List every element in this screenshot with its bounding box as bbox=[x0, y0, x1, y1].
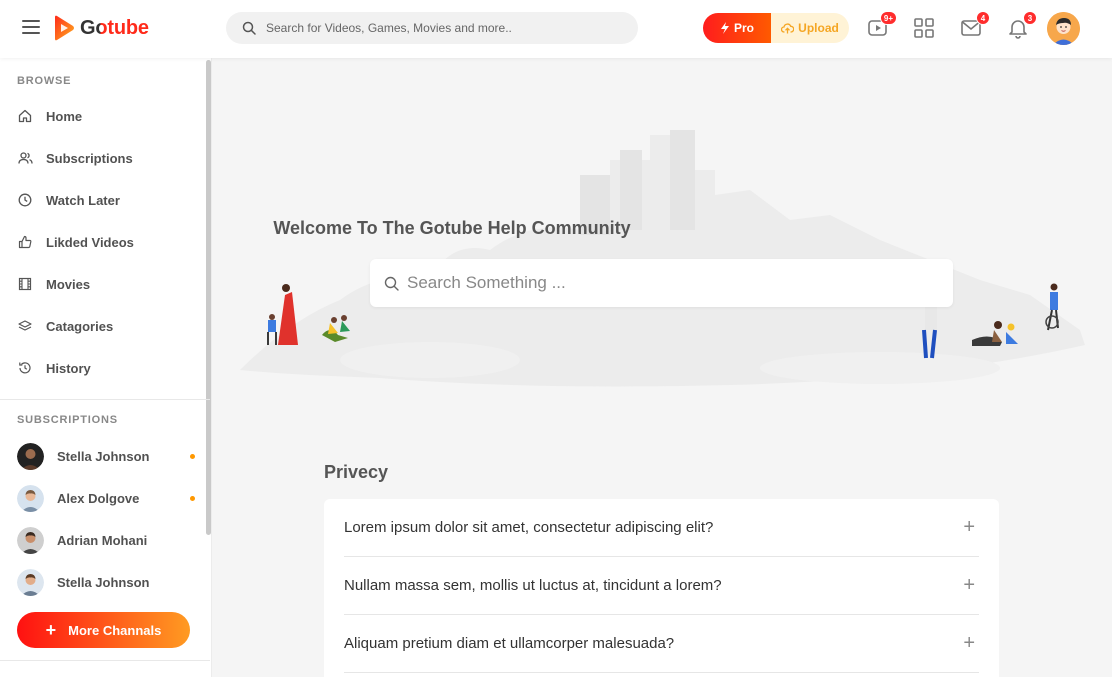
subscription-item[interactable]: Adrian Mohani bbox=[17, 526, 195, 554]
search-icon bbox=[242, 21, 256, 35]
sidebar-item-subscriptions[interactable]: Subscriptions bbox=[17, 148, 133, 168]
avatar bbox=[17, 484, 44, 512]
sidebar-item-history[interactable]: History bbox=[17, 358, 91, 378]
hero-title: Welcome To The Gotube Help Community bbox=[273, 218, 631, 238]
home-icon bbox=[17, 108, 33, 124]
user-avatar[interactable] bbox=[1047, 12, 1080, 45]
faq-question: Nullam massa sem, mollis ut luctus at, t… bbox=[344, 577, 722, 594]
subscription-name: Stella Johnson bbox=[57, 574, 150, 590]
sidebar: BROWSE Home Subscriptions Watch Later Li… bbox=[0, 58, 212, 677]
help-search-box[interactable] bbox=[370, 259, 953, 307]
expand-plus-icon[interactable]: + bbox=[963, 632, 975, 655]
sidebar-divider bbox=[0, 399, 210, 400]
sidebar-item-liked-videos[interactable]: Likded Videos bbox=[17, 232, 134, 252]
sidebar-scrollbar[interactable] bbox=[206, 60, 211, 535]
film-icon bbox=[17, 276, 33, 292]
sidebar-item-label: Subscriptions bbox=[46, 150, 133, 166]
subscription-name: Adrian Mohani bbox=[57, 532, 148, 548]
header-search[interactable] bbox=[226, 12, 638, 44]
more-channels-label: More Channals bbox=[68, 622, 162, 638]
new-content-dot bbox=[190, 495, 195, 501]
sidebar-item-watch-later[interactable]: Watch Later bbox=[17, 190, 120, 210]
cloud-upload-icon bbox=[781, 22, 795, 33]
pro-label: Pro bbox=[733, 21, 754, 35]
help-search-input[interactable] bbox=[407, 273, 927, 293]
subscription-item[interactable]: Alex Dolgove bbox=[17, 484, 195, 512]
lightning-icon bbox=[720, 22, 729, 34]
avatar bbox=[17, 442, 44, 470]
video-icon[interactable]: 9+ bbox=[867, 11, 897, 39]
sidebar-item-categories[interactable]: Catagories bbox=[17, 316, 113, 336]
sidebar-divider bbox=[0, 660, 210, 661]
mail-icon[interactable]: 4 bbox=[960, 11, 990, 39]
pro-button[interactable]: Pro bbox=[703, 13, 771, 43]
pro-upload-group: Pro Upload bbox=[703, 13, 849, 43]
search-icon bbox=[384, 276, 399, 291]
expand-plus-icon[interactable]: + bbox=[963, 516, 975, 539]
subscription-item[interactable]: Stella Johnson bbox=[17, 442, 195, 470]
plus-icon: + bbox=[45, 619, 57, 640]
layers-icon bbox=[17, 318, 33, 334]
clock-icon bbox=[17, 192, 33, 208]
sidebar-item-label: Catagories bbox=[46, 318, 114, 334]
users-icon bbox=[17, 150, 33, 166]
menu-icon[interactable] bbox=[22, 20, 40, 34]
sidebar-item-movies[interactable]: Movies bbox=[17, 274, 90, 294]
sidebar-item-label: Movies bbox=[46, 276, 91, 292]
faq-section-title: Privecy bbox=[324, 462, 389, 482]
history-icon bbox=[17, 360, 33, 376]
browse-section-title: BROWSE bbox=[17, 75, 72, 87]
faq-accordion: Lorem ipsum dolor sit amet, consectetur … bbox=[324, 499, 999, 677]
faq-question: Aliquam pretium diam et ullamcorper male… bbox=[344, 635, 675, 652]
bell-icon[interactable]: 3 bbox=[1007, 11, 1037, 39]
faq-question: Lorem ipsum dolor sit amet, consectetur … bbox=[344, 519, 714, 536]
avatar bbox=[17, 568, 44, 596]
sidebar-item-label: Watch Later bbox=[46, 192, 120, 208]
top-header: Gotube Pro Upload 9+ 4 3 bbox=[0, 0, 1112, 58]
brand-logo[interactable]: Gotube bbox=[53, 15, 149, 41]
avatar bbox=[17, 526, 44, 554]
faq-item[interactable]: Nullam massa sem, mollis ut luctus at, t… bbox=[344, 557, 979, 615]
apps-grid-icon[interactable] bbox=[913, 17, 935, 39]
new-content-dot bbox=[190, 453, 195, 459]
sidebar-item-home[interactable]: Home bbox=[17, 106, 82, 126]
sidebar-item-label: History bbox=[46, 360, 91, 376]
more-channels-button[interactable]: + More Channals bbox=[17, 612, 190, 648]
thumbs-up-icon bbox=[17, 234, 33, 250]
upload-label: Upload bbox=[798, 21, 839, 35]
play-logo-icon bbox=[53, 15, 75, 41]
bell-badge: 3 bbox=[1023, 11, 1037, 25]
subscriptions-section-title: SUBSCRIPTIONS bbox=[17, 414, 118, 426]
faq-item[interactable]: Lorem ipsum dolor sit amet, consectetur … bbox=[344, 499, 979, 557]
sidebar-item-label: Likded Videos bbox=[46, 234, 134, 250]
subscription-name: Alex Dolgove bbox=[57, 490, 140, 506]
subscription-item[interactable]: Stella Johnson bbox=[17, 568, 195, 596]
subscription-name: Stella Johnson bbox=[57, 448, 150, 464]
faq-item[interactable]: Aliquam pretium diam et ullamcorper male… bbox=[344, 615, 979, 673]
video-badge: 9+ bbox=[879, 11, 897, 25]
brand-name: Gotube bbox=[80, 16, 149, 39]
mail-badge: 4 bbox=[976, 11, 990, 25]
upload-button[interactable]: Upload bbox=[771, 13, 849, 43]
header-search-input[interactable] bbox=[266, 21, 606, 35]
sidebar-item-label: Home bbox=[46, 108, 83, 124]
expand-plus-icon[interactable]: + bbox=[963, 574, 975, 597]
